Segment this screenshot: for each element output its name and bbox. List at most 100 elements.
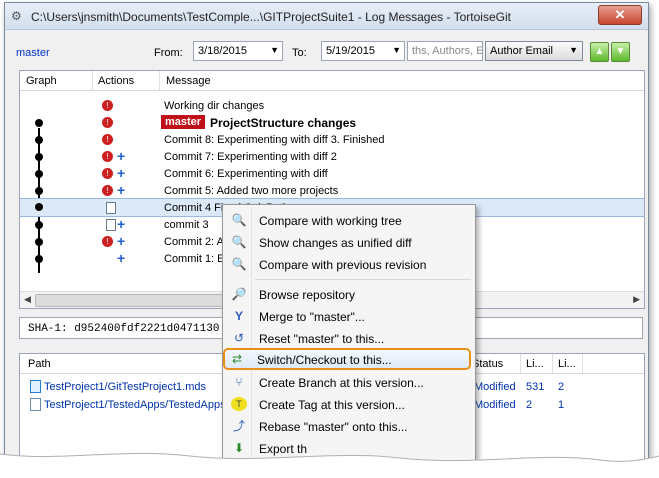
log-row[interactable]: Commit 6: Experimenting with diff ! + <box>20 165 644 182</box>
magnifier-icon: 🔍 <box>231 257 247 271</box>
reset-icon: ↺ <box>233 331 245 345</box>
from-date-value: 3/18/2015 <box>198 45 247 57</box>
menu-item-unified-diff[interactable]: 🔍 Show changes as unified diff <box>225 231 473 253</box>
chevron-down-icon: ▼ <box>569 45 578 55</box>
branch-ref-label: master <box>161 115 206 129</box>
log-row[interactable]: Working dir changes ! <box>20 97 644 114</box>
close-button[interactable]: ✕ <box>598 5 642 25</box>
deleted-icon: ! <box>102 100 113 111</box>
commit-message: ProjectStructure changes <box>210 116 357 130</box>
merge-icon: Y <box>234 309 243 323</box>
log-row[interactable]: Commit 5: Added two more projects ! + <box>20 182 644 199</box>
menu-item-merge[interactable]: Y Merge to "master"... <box>225 305 473 327</box>
column-message[interactable]: Message <box>166 75 211 87</box>
menu-item-create-branch[interactable]: ⑂ Create Branch at this version... <box>225 371 473 393</box>
scroll-left-icon[interactable]: ◀ <box>24 294 31 305</box>
commit-node-icon <box>35 119 43 127</box>
menu-item-compare-previous[interactable]: 🔍 Compare with previous revision <box>225 253 473 275</box>
tortoisegit-icon: ⚙ <box>11 9 22 23</box>
search-input[interactable]: ths, Authors, E <box>407 41 483 61</box>
menu-item-browse-repository[interactable]: 🔎 Browse repository <box>225 283 473 305</box>
log-row[interactable]: master ProjectStructure changes ! <box>20 114 644 131</box>
to-date-value: 5/19/2015 <box>326 45 375 57</box>
magnifier-icon: 🔍 <box>231 213 247 227</box>
tag-icon: T <box>231 397 247 411</box>
context-menu: 🔍 Compare with working tree 🔍 Show chang… <box>222 204 476 476</box>
deleted-icon: ! <box>102 151 113 162</box>
torn-edge-decoration <box>0 452 659 478</box>
commit-message: Commit 6: Experimenting with diff <box>164 168 328 180</box>
column-status[interactable]: Status <box>472 358 503 370</box>
switch-icon: ⇄ <box>231 352 243 366</box>
file-path: TestProject1/TestedApps/TestedApps <box>44 399 226 411</box>
lines-removed: 1 <box>558 399 565 411</box>
added-icon: + <box>117 182 126 198</box>
scroll-right-icon[interactable]: ▶ <box>633 294 640 305</box>
log-list-header: Graph Actions Message <box>20 71 644 91</box>
rebase-icon: ⤴ <box>232 419 245 433</box>
to-date-picker[interactable]: 5/19/2015 ▼ <box>321 41 405 61</box>
filter-toolbar: master From: 3/18/2015 ▼ To: 5/19/2015 ▼… <box>5 30 648 70</box>
file-status: Modified <box>474 399 516 411</box>
added-icon: + <box>117 233 126 249</box>
column-lines-removed[interactable]: Li... <box>558 358 576 370</box>
to-label: To: <box>292 47 307 59</box>
previous-page-button[interactable]: ▲ <box>590 42 609 62</box>
chevron-down-icon: ▼ <box>270 45 279 55</box>
menu-item-create-tag[interactable]: T Create Tag at this version... <box>225 393 473 415</box>
filter-field-value: Author Email <box>490 45 553 57</box>
commit-message: Commit 1: En <box>164 253 231 265</box>
magnifier-icon: 🔍 <box>231 235 247 249</box>
column-actions[interactable]: Actions <box>98 75 134 87</box>
filter-field-select[interactable]: Author Email ▼ <box>485 41 583 61</box>
from-date-picker[interactable]: 3/18/2015 ▼ <box>193 41 283 61</box>
menu-item-compare-working-tree[interactable]: 🔍 Compare with working tree <box>225 209 473 231</box>
column-graph[interactable]: Graph <box>26 75 57 87</box>
title-bar: ⚙ C:\Users\jnsmith\Documents\TestComple.… <box>5 3 648 30</box>
column-path[interactable]: Path <box>28 358 51 370</box>
lines-added: 531 <box>526 381 545 393</box>
column-lines-added[interactable]: Li... <box>526 358 544 370</box>
browse-icon: 🔎 <box>231 287 247 301</box>
commit-node-icon <box>35 187 43 195</box>
commit-message: Commit 5: Added two more projects <box>164 185 339 197</box>
added-icon: + <box>117 216 126 232</box>
added-icon: + <box>117 250 126 266</box>
modified-file-icon <box>106 219 116 231</box>
commit-node-icon <box>35 255 43 263</box>
commit-node-icon <box>35 221 43 229</box>
chevron-down-icon: ▼ <box>392 45 401 55</box>
commit-message: Commit 2: A <box>164 236 224 248</box>
log-row[interactable]: Commit 7: Experimenting with diff 2 ! + <box>20 148 644 165</box>
commit-node-icon <box>35 170 43 178</box>
commit-message: Working dir changes <box>164 100 265 112</box>
log-row[interactable]: Commit 8: Experimenting with diff 3. Fin… <box>20 131 644 148</box>
added-icon: + <box>117 165 126 181</box>
lines-removed: 2 <box>558 381 565 393</box>
menu-item-switch-checkout[interactable]: ⇄ Switch/Checkout to this... <box>223 348 471 370</box>
deleted-icon: ! <box>102 236 113 247</box>
file-path: TestProject1/GitTestProject1.mds <box>44 381 207 393</box>
window-title: C:\Users\jnsmith\Documents\TestComple...… <box>31 10 511 24</box>
commit-message: commit 3 <box>164 219 209 231</box>
next-page-button[interactable]: ▼ <box>611 42 630 62</box>
deleted-icon: ! <box>102 117 113 128</box>
added-icon: + <box>117 148 126 164</box>
search-placeholder: ths, Authors, E <box>412 45 483 57</box>
menu-item-rebase[interactable]: ⤴ Rebase "master" onto this... <box>225 415 473 437</box>
deleted-icon: ! <box>102 168 113 179</box>
file-icon <box>30 398 41 411</box>
commit-message: Commit 7: Experimenting with diff 2 <box>164 151 337 163</box>
deleted-icon: ! <box>102 134 113 145</box>
menu-item-reset[interactable]: ↺ Reset "master" to this... <box>225 327 473 349</box>
branch-link[interactable]: master <box>16 47 50 59</box>
commit-node-icon <box>35 136 43 144</box>
commit-node-icon <box>35 238 43 246</box>
project-file-icon <box>30 380 41 393</box>
lines-added: 2 <box>526 399 533 411</box>
from-label: From: <box>154 47 183 59</box>
branch-icon: ⑂ <box>235 375 243 389</box>
scroll-thumb[interactable] <box>35 294 227 307</box>
commit-message: Commit 8: Experimenting with diff 3. Fin… <box>164 134 385 146</box>
commit-node-icon <box>35 153 43 161</box>
